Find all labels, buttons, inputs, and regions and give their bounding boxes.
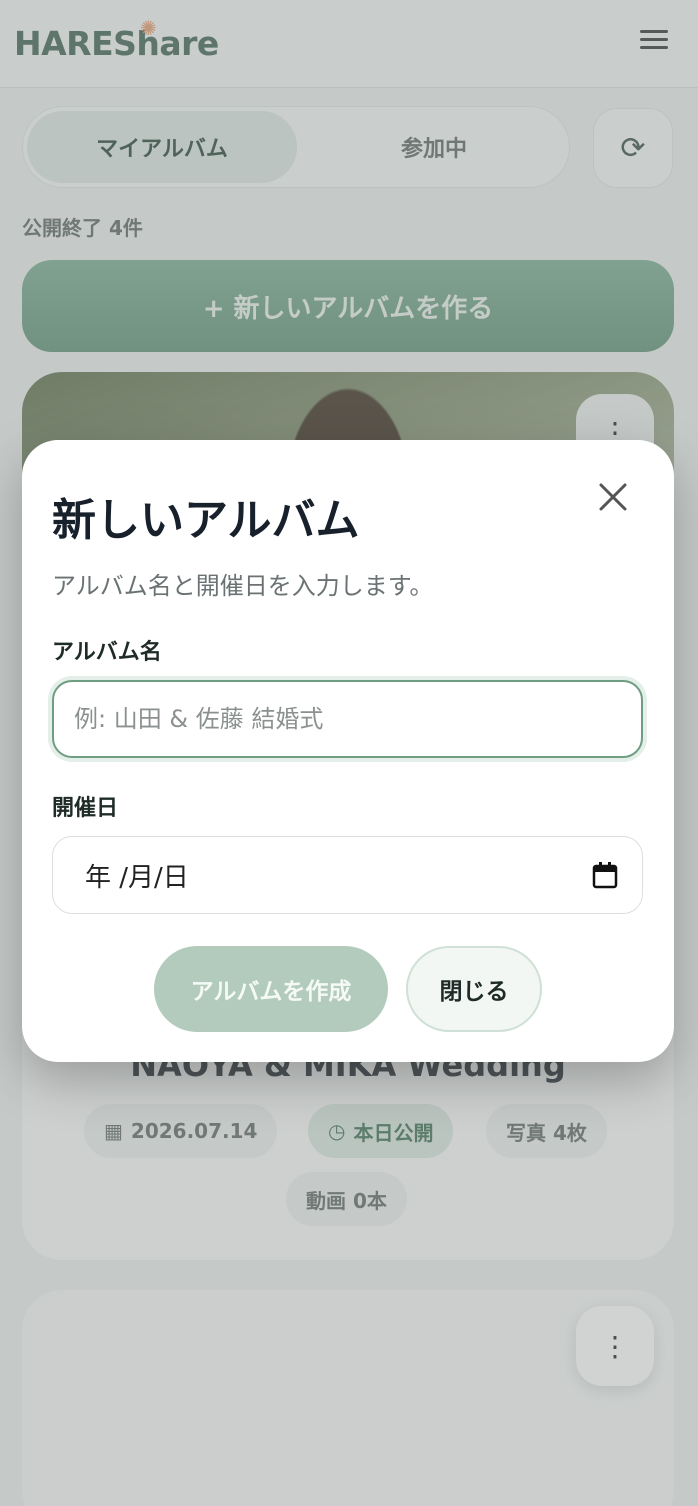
- dialog-description: アルバム名と開催日を入力します。: [52, 572, 434, 600]
- create-album-button[interactable]: アルバムを作成: [154, 946, 388, 1032]
- new-album-dialog: 新しいアルバム アルバム名と開催日を入力します。 アルバム名 開催日 年 /月/…: [22, 440, 674, 1062]
- calendar-icon[interactable]: [592, 861, 618, 889]
- date-input[interactable]: 年 /月/日: [52, 836, 643, 914]
- dialog-title: 新しいアルバム: [52, 495, 360, 546]
- close-icon[interactable]: [590, 474, 636, 520]
- album-name-input[interactable]: [52, 680, 643, 758]
- date-label: 開催日: [52, 796, 119, 821]
- date-placeholder: 年 /月/日: [85, 862, 189, 893]
- album-name-label: アルバム名: [52, 640, 162, 665]
- close-button[interactable]: 閉じる: [406, 946, 542, 1032]
